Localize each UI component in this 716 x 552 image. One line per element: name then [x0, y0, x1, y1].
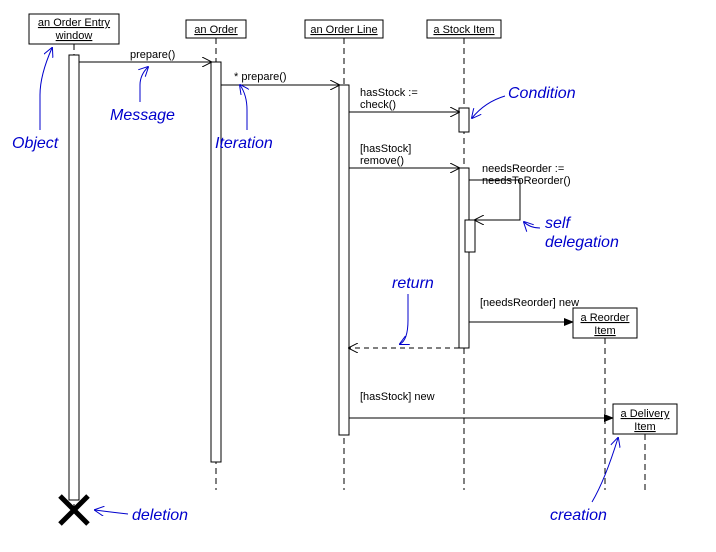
- annotation-arrow: [472, 96, 505, 118]
- object-order-line: an Order Line: [305, 20, 383, 38]
- message-label: [needsReorder] new: [480, 297, 579, 309]
- annotation-deletion: deletion: [132, 507, 188, 524]
- activation-bar: [211, 62, 221, 462]
- object-order-entry-window: an Order Entry window: [29, 14, 119, 44]
- object-label: an Order: [194, 24, 238, 36]
- annotation-arrow: [524, 222, 540, 228]
- object-label: a Delivery: [621, 408, 670, 420]
- message-label: [hasStock] new: [360, 391, 435, 403]
- annotation-arrow: [40, 48, 52, 130]
- object-label: Item: [634, 421, 655, 433]
- annotation-condition: Condition: [508, 85, 576, 102]
- activation-bar: [459, 168, 469, 348]
- object-reorder-item: a Reorder Item: [573, 308, 637, 338]
- object-stock-item: a Stock Item: [427, 20, 501, 38]
- object-order: an Order: [186, 20, 246, 38]
- activation-bar: [339, 85, 349, 435]
- object-label: an Order Line: [310, 24, 377, 36]
- annotation-arrow: [240, 85, 247, 130]
- message-label: [hasStock]: [360, 143, 411, 155]
- object-label: Item: [594, 325, 615, 337]
- message-label: * prepare(): [234, 71, 287, 83]
- message-label: remove(): [360, 155, 404, 167]
- object-label: a Reorder: [581, 312, 630, 324]
- message-label: needsReorder :=: [482, 163, 564, 175]
- annotation-arrow: [140, 67, 148, 102]
- activation-bar: [69, 55, 79, 500]
- annotation-self-delegation: delegation: [545, 234, 619, 251]
- annotation-iteration: Iteration: [215, 135, 273, 152]
- object-label: a Stock Item: [433, 24, 494, 36]
- annotation-object: Object: [12, 135, 59, 152]
- annotation-creation: creation: [550, 507, 607, 524]
- object-label: window: [55, 30, 93, 42]
- message-label: check(): [360, 99, 396, 111]
- annotation-self-delegation: self: [545, 215, 571, 232]
- annotation-return: return: [392, 275, 434, 292]
- message-label: needsToReorder(): [482, 175, 571, 187]
- message-label: prepare(): [130, 49, 175, 61]
- annotation-arrow: [400, 294, 408, 344]
- activation-bar: [459, 108, 469, 132]
- annotation-message: Message: [110, 107, 175, 124]
- activation-bar: [465, 220, 475, 252]
- annotation-arrow: [95, 510, 128, 514]
- message-label: hasStock :=: [360, 87, 418, 99]
- object-delivery-item: a Delivery Item: [613, 404, 677, 434]
- object-label: an Order Entry: [38, 17, 111, 29]
